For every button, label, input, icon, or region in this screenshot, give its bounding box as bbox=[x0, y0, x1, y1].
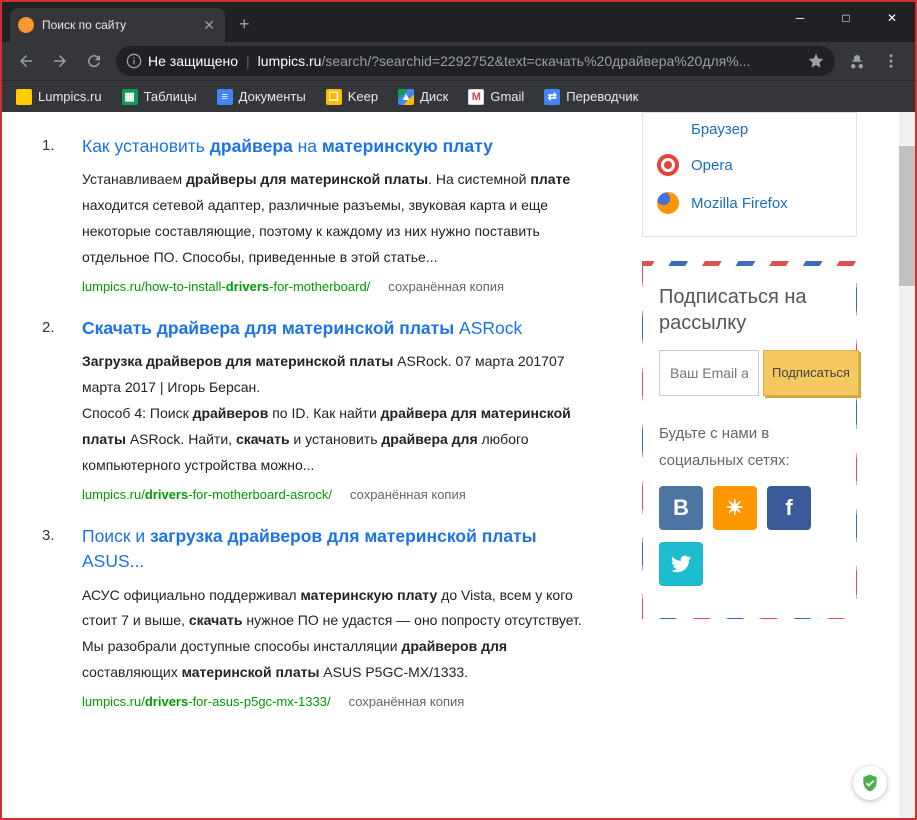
bookmark-item[interactable]: MGmail bbox=[460, 85, 532, 109]
bookmark-label: Таблицы bbox=[144, 89, 197, 104]
address-bar[interactable]: Не защищено | lumpics.ru/search/?searchi… bbox=[116, 46, 835, 76]
vk-icon[interactable]: B bbox=[659, 486, 703, 530]
email-input[interactable] bbox=[659, 350, 759, 396]
search-results: 1.Как установить драйвера на материнскую… bbox=[2, 112, 632, 818]
bookmark-item[interactable]: ▲Диск bbox=[390, 85, 456, 109]
result-url[interactable]: lumpics.ru/how-to-install-drivers-for-mo… bbox=[82, 279, 370, 294]
window-controls: ─ □ ✕ bbox=[777, 2, 915, 34]
favicon-icon bbox=[18, 17, 34, 33]
sidebar: Браузер Opera Mozilla Firefox Подписаться… bbox=[642, 112, 857, 818]
result-snippet: Загрузка драйверов для материнской платы… bbox=[82, 349, 602, 478]
titlebar: Поиск по сайту ✕ + ─ □ ✕ bbox=[2, 2, 915, 42]
page-content: 1.Как установить драйвера на материнскую… bbox=[2, 112, 915, 818]
cached-link[interactable]: сохранённая копия bbox=[349, 694, 465, 709]
result-snippet: Устанавливаем драйверы для материнской п… bbox=[82, 167, 602, 271]
social-label: Будьте с нами в социальных сетях: bbox=[659, 420, 840, 474]
security-text: Не защищено bbox=[148, 53, 238, 69]
subscribe-button[interactable]: Подписаться bbox=[763, 350, 859, 396]
browser-label: Mozilla Firefox bbox=[691, 195, 788, 212]
result-title-link[interactable]: Как установить драйвера на материнскую п… bbox=[82, 134, 602, 159]
security-status: Не защищено bbox=[126, 53, 238, 69]
search-result: 2.Скачать драйвера для материнской платы… bbox=[42, 316, 632, 502]
result-title-link[interactable]: Скачать драйвера для материнской платы A… bbox=[82, 316, 602, 341]
bookmark-item[interactable]: Lumpics.ru bbox=[8, 85, 110, 109]
star-icon[interactable] bbox=[807, 52, 825, 70]
minimize-button[interactable]: ─ bbox=[777, 2, 823, 34]
forward-button[interactable] bbox=[44, 45, 76, 77]
menu-button[interactable] bbox=[875, 45, 907, 77]
bookmark-label: Lumpics.ru bbox=[38, 89, 102, 104]
result-number: 3. bbox=[42, 524, 82, 709]
browser-link[interactable]: Mozilla Firefox bbox=[657, 184, 842, 222]
bookmark-item[interactable]: ▦Таблицы bbox=[114, 85, 205, 109]
bookmark-item[interactable]: ≡Документы bbox=[209, 85, 314, 109]
browser-card: Браузер Opera Mozilla Firefox bbox=[642, 112, 857, 237]
result-number: 2. bbox=[42, 316, 82, 502]
result-url[interactable]: lumpics.ru/drivers-for-asus-p5gc-mx-1333… bbox=[82, 694, 331, 709]
search-result: 3.Поиск и загрузка драйверов для материн… bbox=[42, 524, 632, 709]
cached-link[interactable]: сохранённая копия bbox=[388, 279, 504, 294]
url-text: lumpics.ru/search/?searchid=2292752&text… bbox=[258, 53, 799, 69]
bookmark-label: Gmail bbox=[490, 89, 524, 104]
bookmark-item[interactable]: ❏Keep bbox=[318, 85, 386, 109]
back-button[interactable] bbox=[10, 45, 42, 77]
bookmark-item[interactable]: ⇄Переводчик bbox=[536, 85, 646, 109]
twitter-icon[interactable] bbox=[659, 542, 703, 586]
result-title-link[interactable]: Поиск и загрузка драйверов для материнск… bbox=[82, 524, 602, 575]
tab-title: Поиск по сайту bbox=[42, 18, 193, 32]
cached-link[interactable]: сохранённая копия bbox=[350, 487, 466, 502]
bookmark-bar: Lumpics.ru ▦Таблицы≡Документы❏Keep▲ДискMG… bbox=[2, 80, 915, 112]
facebook-icon[interactable]: f bbox=[767, 486, 811, 530]
result-snippet: АСУС официально поддерживал материнскую … bbox=[82, 583, 602, 687]
subscribe-card: Подписаться на рассылку Подписаться Будь… bbox=[642, 261, 857, 619]
maximize-button[interactable]: □ bbox=[823, 2, 869, 34]
scrollbar-thumb[interactable] bbox=[899, 146, 915, 286]
ok-icon[interactable]: ✴ bbox=[713, 486, 757, 530]
reload-button[interactable] bbox=[78, 45, 110, 77]
browser-link-top[interactable]: Браузер bbox=[657, 113, 842, 146]
close-button[interactable]: ✕ bbox=[869, 2, 915, 34]
browser-label: Opera bbox=[691, 157, 733, 174]
browser-top-label: Браузер bbox=[691, 121, 748, 138]
new-tab-button[interactable]: + bbox=[225, 14, 264, 35]
shield-badge-icon[interactable] bbox=[853, 766, 887, 800]
browser-link[interactable]: Opera bbox=[657, 146, 842, 184]
bookmark-label: Keep bbox=[348, 89, 378, 104]
browser-tab[interactable]: Поиск по сайту ✕ bbox=[10, 8, 225, 42]
result-url[interactable]: lumpics.ru/drivers-for-motherboard-asroc… bbox=[82, 487, 332, 502]
incognito-icon[interactable] bbox=[841, 45, 873, 77]
bookmark-label: Переводчик bbox=[566, 89, 638, 104]
search-result: 1.Как установить драйвера на материнскую… bbox=[42, 134, 632, 294]
close-tab-icon[interactable]: ✕ bbox=[201, 15, 217, 36]
subscribe-title: Подписаться на рассылку bbox=[659, 284, 840, 336]
result-number: 1. bbox=[42, 134, 82, 294]
bookmark-label: Документы bbox=[239, 89, 306, 104]
bookmark-label: Диск bbox=[420, 89, 448, 104]
toolbar: Не защищено | lumpics.ru/search/?searchi… bbox=[2, 42, 915, 80]
info-icon bbox=[126, 53, 142, 69]
